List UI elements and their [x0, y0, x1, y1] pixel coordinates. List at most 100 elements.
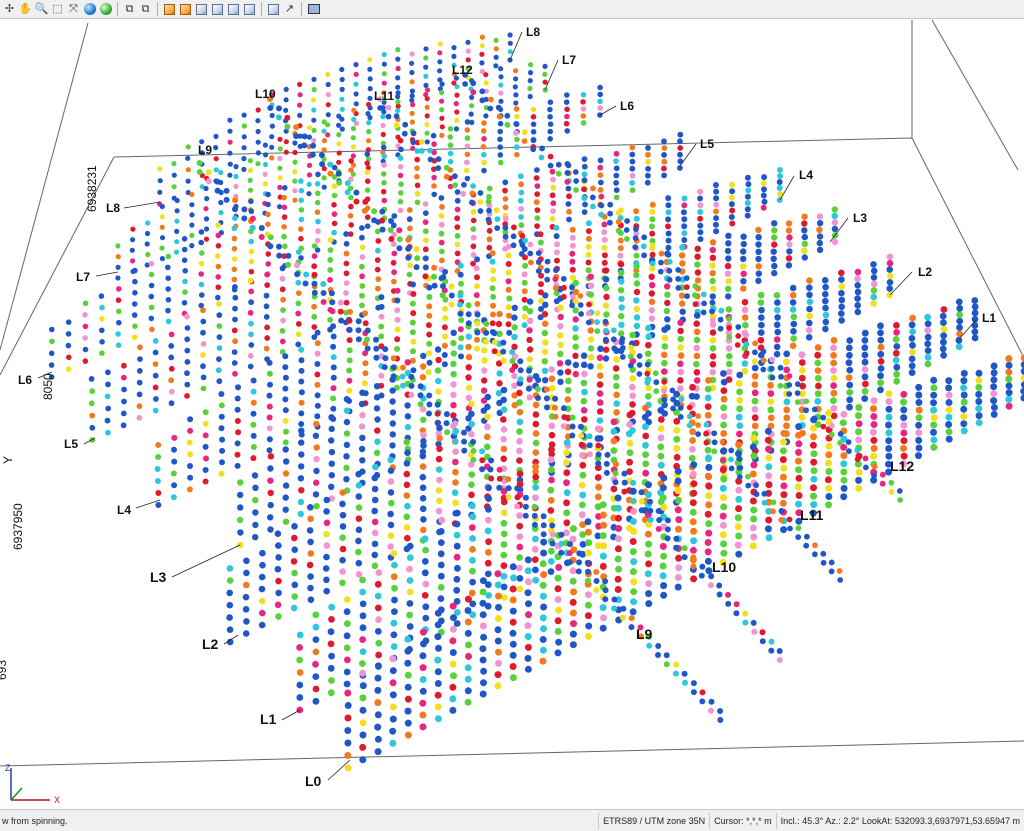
voxel-point [374, 592, 382, 600]
globe-green-icon[interactable] [98, 2, 113, 17]
voxel-point [755, 241, 762, 248]
3d-viewport[interactable]: L0 L1 L2 L3 L4 L5 L6 L7 L8 L9 L10 L11 L1… [0, 20, 1024, 809]
voxel-point [674, 467, 682, 475]
cube-view-1-icon[interactable] [162, 2, 177, 17]
voxel-point [155, 502, 162, 508]
voxel-point [683, 284, 690, 290]
voxel-point [234, 395, 241, 402]
voxel-point [930, 376, 938, 384]
voxel-point [510, 233, 517, 240]
voxel-point [531, 556, 539, 563]
voxel-point [403, 513, 411, 521]
voxel-point [511, 314, 518, 321]
voxel-point [387, 543, 394, 550]
voxel-point [314, 237, 321, 244]
voxel-point [431, 264, 438, 271]
voxel-point [450, 360, 457, 367]
voxel-point [294, 262, 301, 269]
voxel-point [364, 151, 371, 157]
voxel-point [513, 100, 519, 106]
voxel-point [511, 333, 518, 341]
zoom-extents-icon[interactable]: ⤧ [66, 2, 81, 17]
voxel-point [861, 373, 869, 381]
voxel-point [755, 255, 762, 263]
voxel-point [677, 385, 684, 392]
voxel-point [366, 129, 372, 135]
voxel-point [406, 623, 414, 630]
voxel-point [198, 229, 205, 235]
voxel-point [713, 195, 720, 202]
cube-view-7-icon[interactable] [266, 2, 281, 17]
voxel-point [403, 481, 411, 489]
voxel-point [769, 356, 775, 363]
voxel-point [735, 532, 743, 540]
voxel-point [449, 706, 457, 714]
voxel-point [419, 473, 427, 481]
voxel-point [870, 267, 878, 275]
voxel-point [314, 199, 321, 206]
voxel-point [464, 135, 471, 141]
cube-view-4-icon[interactable] [210, 2, 225, 17]
screenshot-icon[interactable] [306, 2, 321, 17]
voxel-point [661, 378, 668, 385]
voxel-point [232, 284, 238, 290]
voxel-point [522, 512, 529, 519]
voxel-point [594, 319, 600, 325]
voxel-point [454, 250, 461, 257]
voxel-point [323, 587, 331, 595]
pan-hand-icon[interactable]: ✋ [18, 2, 33, 17]
cube-view-6-icon[interactable] [242, 2, 257, 17]
voxel-point [48, 350, 55, 357]
zoom-icon[interactable]: 🔍 [34, 2, 49, 17]
layers-icon[interactable]: ⧉ [122, 2, 137, 17]
voxel-point [615, 525, 623, 532]
voxel-point [49, 326, 55, 333]
voxel-point [426, 303, 433, 310]
voxel-point [703, 421, 710, 428]
cube-view-3-icon[interactable] [194, 2, 209, 17]
voxel-point [252, 521, 259, 529]
voxel-point [185, 178, 191, 184]
voxel-point [448, 283, 455, 290]
voxel-point [530, 114, 537, 120]
voxel-point [577, 302, 584, 308]
voxel-point [137, 356, 143, 362]
bounding-box-edge [0, 22, 89, 351]
voxel-point [822, 325, 829, 333]
voxel-point [447, 158, 454, 165]
cube-view-5-icon[interactable] [226, 2, 241, 17]
voxel-point [282, 243, 288, 250]
voxel-point [266, 403, 273, 410]
voxel-point [462, 81, 468, 87]
voxel-point [339, 534, 346, 541]
voxel-point [681, 223, 688, 230]
export-icon[interactable]: ↗ [282, 2, 297, 17]
voxel-point [540, 549, 548, 557]
cube-view-2-icon[interactable] [178, 2, 193, 17]
voxel-point [504, 112, 511, 119]
layers-add-icon[interactable]: ⧉ [138, 2, 153, 17]
voxel-point [602, 578, 609, 585]
voxel-point [399, 373, 406, 380]
pointer-tool-icon[interactable]: ✢ [2, 2, 17, 17]
voxel-point [705, 492, 713, 500]
voxel-point [359, 263, 365, 270]
voxel-point [660, 351, 668, 359]
voxel-point [481, 159, 487, 166]
3d-scene[interactable]: L0 L1 L2 L3 L4 L5 L6 L7 L8 L9 L10 L11 L1… [0, 20, 1024, 809]
voxel-point [594, 493, 602, 501]
voxel-point [840, 484, 848, 492]
voxel-point [82, 312, 88, 318]
voxel-point [454, 109, 460, 115]
voxel-point [930, 443, 938, 451]
cross-label-l12: L12 [890, 458, 914, 474]
voxel-point [484, 423, 491, 431]
voxel-point [840, 468, 848, 476]
voxel-point [728, 201, 735, 208]
voxel-point [378, 303, 385, 310]
globe-icon[interactable] [82, 2, 97, 17]
voxel-point [694, 269, 702, 276]
voxel-point [346, 337, 353, 344]
voxel-point [745, 473, 751, 480]
select-box-icon[interactable]: ⬚ [50, 2, 65, 17]
